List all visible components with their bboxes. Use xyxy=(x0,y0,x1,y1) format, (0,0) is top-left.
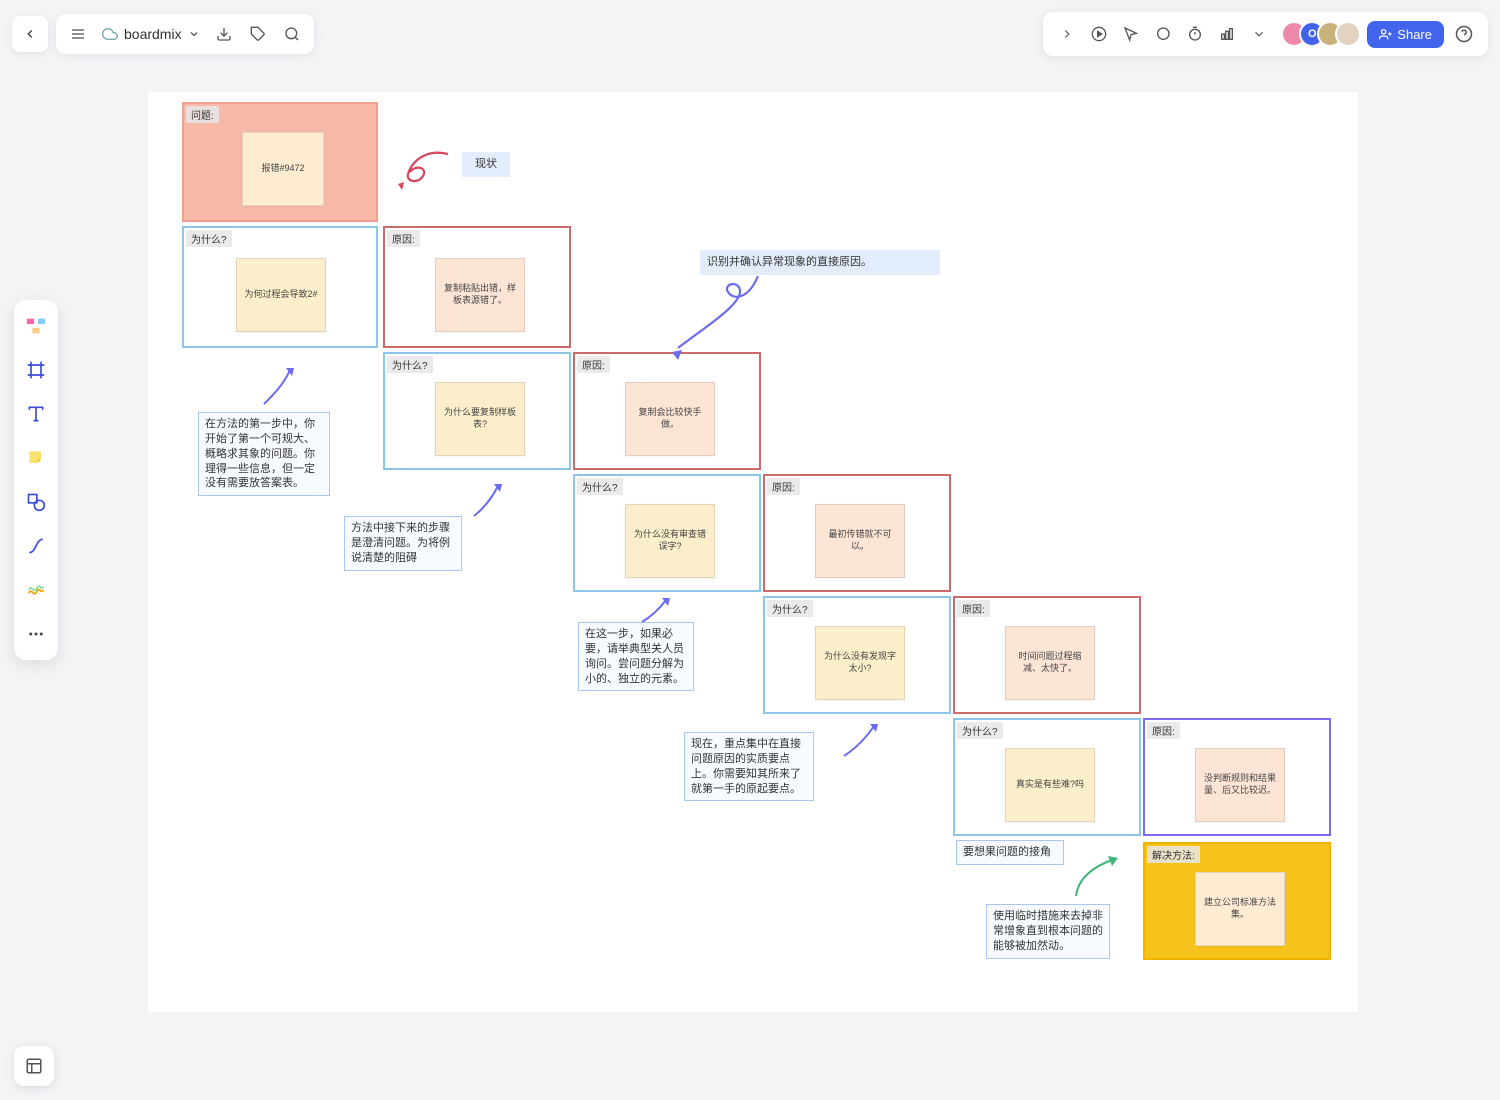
frame-label: 问题: xyxy=(186,106,219,123)
shape-tool[interactable] xyxy=(20,486,52,518)
avatar[interactable] xyxy=(1335,21,1361,47)
frame-why2[interactable]: 为什么? 为什么要复制样板表? xyxy=(383,352,571,470)
arrow-icon xyxy=(838,722,882,762)
arrow-icon xyxy=(468,480,508,520)
templates-tool[interactable] xyxy=(20,310,52,342)
frame-label: 为什么? xyxy=(186,230,232,247)
share-label: Share xyxy=(1397,27,1432,42)
sticky-note[interactable]: 时间问题过程缩减、太快了。 xyxy=(1005,626,1095,700)
sticky-note[interactable]: 为何过程会导致2# xyxy=(236,258,326,332)
timer-button[interactable] xyxy=(1179,18,1211,50)
frame-cause2[interactable]: 原因: 复制会比较快手做。 xyxy=(573,352,761,470)
arrow-icon xyxy=(256,364,300,410)
sticky-note[interactable]: 为什么没有发现字太小? xyxy=(815,626,905,700)
sticky-note[interactable]: 报错#9472 xyxy=(242,132,324,206)
cloud-icon xyxy=(102,26,118,42)
cursor-button[interactable] xyxy=(1115,18,1147,50)
frame-label: 解决方法: xyxy=(1147,846,1200,863)
more-tools[interactable] xyxy=(20,618,52,650)
frame-label: 原因: xyxy=(767,478,800,495)
frame-cause4[interactable]: 原因: 时间问题过程缩减、太快了。 xyxy=(953,596,1141,714)
minimap-button[interactable] xyxy=(14,1046,54,1086)
arrow-squiggle-icon xyxy=(388,144,458,194)
header-center-group: boardmix xyxy=(56,14,314,54)
frame-label: 原因: xyxy=(577,356,610,373)
left-toolbar xyxy=(14,300,58,660)
draw-tool[interactable] xyxy=(20,574,52,606)
download-button[interactable] xyxy=(208,18,240,50)
frame-label: 为什么? xyxy=(957,722,1003,739)
frame-label: 原因: xyxy=(1147,722,1180,739)
text-tool[interactable] xyxy=(20,398,52,430)
share-button[interactable]: Share xyxy=(1367,21,1444,48)
frame-why3[interactable]: 为什么? 为什么没有审查错误字? xyxy=(573,474,761,592)
comment-button[interactable] xyxy=(1147,18,1179,50)
sticky-note[interactable]: 为什么要复制样板表? xyxy=(435,382,525,456)
more-button[interactable] xyxy=(1243,18,1275,50)
annotation-step5[interactable]: 要想果问题的接角 xyxy=(956,840,1064,865)
play-button[interactable] xyxy=(1083,18,1115,50)
sticky-tool[interactable] xyxy=(20,442,52,474)
connector-tool[interactable] xyxy=(20,530,52,562)
avatar-stack[interactable]: O xyxy=(1281,21,1361,47)
frame-solution[interactable]: 解决方法: 建立公司标准方法集。 xyxy=(1143,842,1331,960)
sticky-note[interactable]: 没判断规则和结果量、后又比较迟。 xyxy=(1195,748,1285,822)
arrow-squiggle-icon xyxy=(648,270,768,360)
sticky-note[interactable]: 真实是有些难?吗 xyxy=(1005,748,1095,822)
arrow-icon xyxy=(636,596,676,626)
annotation-step2[interactable]: 方法中接下来的步骤是澄清问题。为将例说清楚的阻碍 xyxy=(344,516,462,571)
annotation-step4[interactable]: 现在，重点集中在直接问题原因的实质要点上。你需要知其所来了就第一手的原起要点。 xyxy=(684,732,814,801)
frame-why5[interactable]: 为什么? 真实是有些难?吗 xyxy=(953,718,1141,836)
frame-cause3[interactable]: 原因: 最初传错就不可以。 xyxy=(763,474,951,592)
frame-cause5[interactable]: 原因: 没判断规则和结果量、后又比较迟。 xyxy=(1143,718,1331,836)
chevron-down-icon xyxy=(188,28,200,40)
frame-cause1[interactable]: 原因: 复制粘贴出错，样板表源错了。 xyxy=(383,226,571,348)
person-plus-icon xyxy=(1379,28,1392,41)
vote-button[interactable] xyxy=(1211,18,1243,50)
menu-button[interactable] xyxy=(62,18,94,50)
frame-why1[interactable]: 为什么? 为何过程会导致2# xyxy=(182,226,378,348)
frame-label: 为什么? xyxy=(387,356,433,373)
help-button[interactable] xyxy=(1448,18,1480,50)
sticky-note[interactable]: 复制粘贴出错，样板表源错了。 xyxy=(435,258,525,332)
tag-button[interactable] xyxy=(242,18,274,50)
annotation-step6[interactable]: 使用临时措施来去掉非常增象直到根本问题的能够被加然动。 xyxy=(986,904,1110,959)
brand-label: boardmix xyxy=(124,26,182,42)
sticky-note[interactable]: 建立公司标准方法集。 xyxy=(1195,872,1285,946)
frame-why4[interactable]: 为什么? 为什么没有发现字太小? xyxy=(763,596,951,714)
frame-problem[interactable]: 问题: 报错#9472 xyxy=(182,102,378,222)
frame-tool[interactable] xyxy=(20,354,52,386)
header-right: O Share xyxy=(1043,12,1488,56)
expand-button[interactable] xyxy=(1051,18,1083,50)
annotation-status[interactable]: 现状 xyxy=(462,152,510,177)
canvas[interactable]: 问题: 报错#9472 为什么? 为何过程会导致2# 原因: 复制粘贴出错，样板… xyxy=(148,92,1358,1012)
arrow-icon xyxy=(1068,852,1122,902)
app-header: boardmix xyxy=(12,12,1488,56)
search-button[interactable] xyxy=(276,18,308,50)
sticky-note[interactable]: 最初传错就不可以。 xyxy=(815,504,905,578)
header-left: boardmix xyxy=(12,14,314,54)
sticky-note[interactable]: 复制会比较快手做。 xyxy=(625,382,715,456)
back-button[interactable] xyxy=(12,16,48,52)
sticky-note[interactable]: 为什么没有审查错误字? xyxy=(625,504,715,578)
frame-label: 原因: xyxy=(957,600,990,617)
brand-title[interactable]: boardmix xyxy=(96,26,206,42)
frame-label: 原因: xyxy=(387,230,420,247)
annotation-step1[interactable]: 在方法的第一步中，你开始了第一个可规大、概略求其象的问题。你理得一些信息，但一定… xyxy=(198,412,330,496)
frame-label: 为什么? xyxy=(577,478,623,495)
frame-label: 为什么? xyxy=(767,600,813,617)
annotation-step3[interactable]: 在这一步，如果必要，请举典型关人员询问。尝问题分解为小的、独立的元素。 xyxy=(578,622,694,691)
